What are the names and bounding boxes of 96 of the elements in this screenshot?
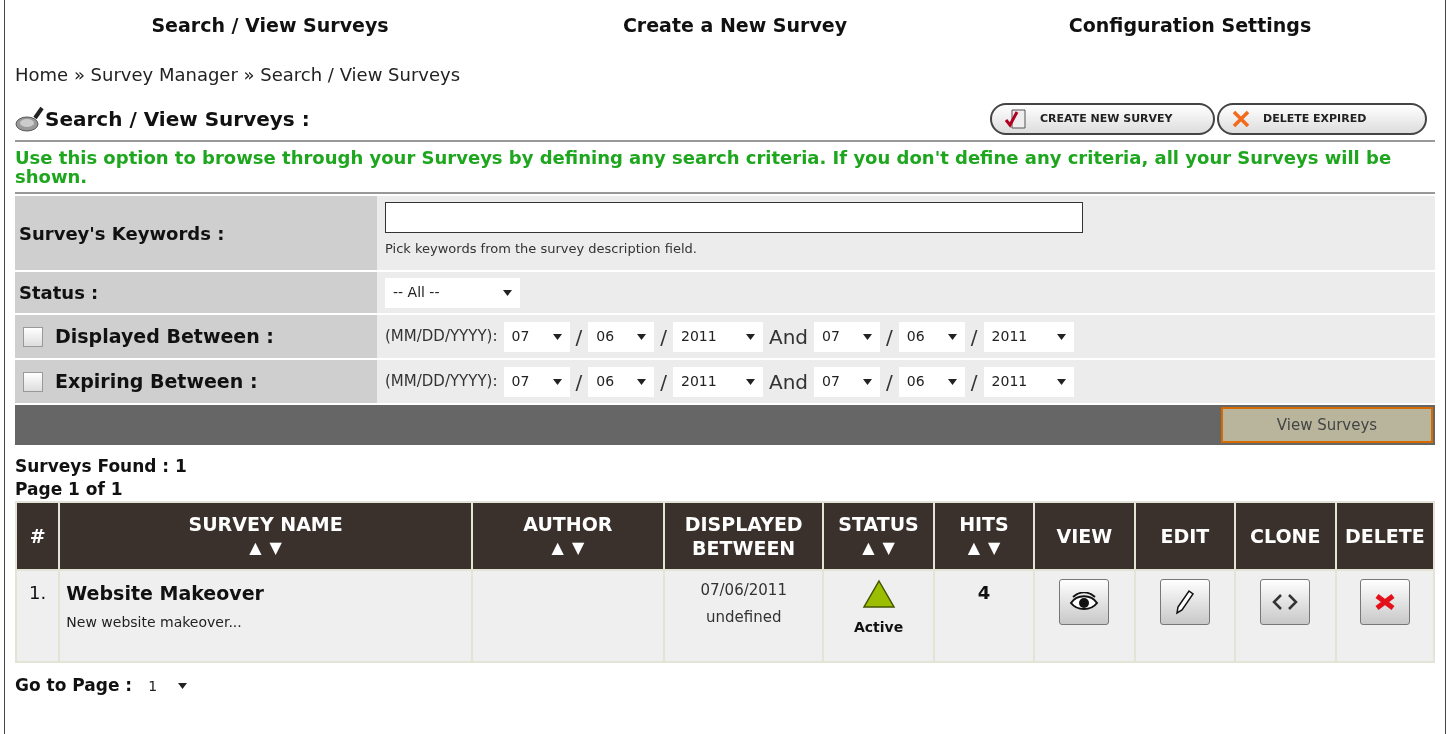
action-button[interactable]: DELETE EXPIRED <box>1217 103 1427 135</box>
dropdown[interactable]: -- All -- <box>385 277 520 308</box>
view-button[interactable] <box>1059 579 1110 625</box>
dropdown[interactable]: 06 <box>588 321 655 352</box>
caret-icon <box>637 378 647 385</box>
row-number: 1. <box>28 581 48 605</box>
field-label: Expiring Between : <box>55 369 258 395</box>
column-title: DELETE <box>1344 524 1425 548</box>
sort-ascending-button[interactable]: ▲ <box>862 536 875 560</box>
eye-icon <box>1069 592 1100 612</box>
dropdown[interactable]: 07 <box>503 321 570 352</box>
dropdown[interactable]: 2011 <box>983 321 1074 352</box>
sort-ascending-button[interactable]: ▲ <box>249 536 262 560</box>
dropdown[interactable]: 06 <box>588 366 655 397</box>
breadcrumb: Home » Survey Manager » Search / View Surveys <box>15 62 462 87</box>
end-date: undefined <box>705 606 782 628</box>
caret-icon <box>503 289 512 296</box>
column-title: EDIT <box>1160 524 1210 548</box>
date-separator: / <box>970 323 978 351</box>
cross-icon <box>1231 110 1251 128</box>
date-separator: / <box>660 323 667 351</box>
field-label: Survey's Keywords : <box>19 221 225 246</box>
edit-button[interactable] <box>1159 579 1210 625</box>
field-label: Displayed Between : <box>55 324 274 350</box>
date-separator: / <box>575 368 583 396</box>
caret-icon <box>863 333 873 340</box>
results-count: Surveys Found : 1 <box>15 455 188 478</box>
dropdown[interactable]: 07 <box>503 366 570 397</box>
triangle-icon <box>861 579 896 609</box>
date-separator: / <box>886 368 893 396</box>
and-label: And <box>769 323 809 351</box>
intro-text: Use this option to browse through your Surveys by defining any search criteria. If you don't define any criteria, all your Surveys will be shown. <box>15 142 1435 194</box>
caret-icon <box>863 378 873 385</box>
column-title: HITS <box>959 512 1009 536</box>
caret-icon <box>178 683 188 689</box>
dropdown[interactable]: 2011 <box>673 366 763 397</box>
go-to-page-label: Go to Page : <box>15 674 133 698</box>
date-separator: / <box>886 323 893 351</box>
field-label: Status : <box>19 281 99 305</box>
view-surveys-button[interactable]: View Surveys <box>1221 407 1433 443</box>
column-title: AUTHOR <box>523 512 613 536</box>
dropdown[interactable]: 2011 <box>983 366 1074 397</box>
nav-link[interactable]: Create a New Survey <box>525 10 945 40</box>
field-hint: Pick keywords from the survey description field. <box>385 240 698 258</box>
nav-link[interactable]: Search / View Surveys <box>15 10 525 40</box>
date-separator: / <box>970 368 978 396</box>
sort-ascending-button[interactable]: ▲ <box>967 536 980 560</box>
page-indicator: Page 1 of 1 <box>15 478 124 501</box>
caret-icon <box>947 378 957 385</box>
column-title: CLONE <box>1250 524 1321 548</box>
cross-icon <box>1373 593 1396 611</box>
dropdown[interactable]: 07 <box>814 366 881 397</box>
nav-link[interactable]: Configuration Settings <box>945 10 1435 40</box>
column-title: STATUS <box>838 512 919 536</box>
caret-icon <box>746 378 755 385</box>
keywords-input[interactable] <box>385 202 1083 233</box>
pencil-icon <box>1174 589 1195 615</box>
sort-descending-button[interactable]: ▼ <box>269 536 282 560</box>
code-brackets-icon <box>1271 592 1300 612</box>
dropdown[interactable]: 2011 <box>673 321 763 352</box>
checked-document-icon <box>1004 109 1028 129</box>
sort-ascending-button[interactable]: ▲ <box>551 536 564 560</box>
clone-button[interactable] <box>1260 579 1311 625</box>
magnifier-icon <box>15 106 45 132</box>
column-title: # <box>29 524 46 548</box>
page-title: Search / View Surveys : <box>45 106 310 133</box>
caret-icon <box>637 333 647 340</box>
column-title: DISPLAYED BETWEEN <box>683 512 804 560</box>
start-date: 07/06/2011 <box>700 580 787 601</box>
action-button[interactable]: CREATE NEW SURVEY <box>990 103 1215 135</box>
date-separator: / <box>575 323 583 351</box>
date-format: (MM/DD/YYYY): <box>385 326 498 348</box>
dropdown[interactable]: 06 <box>898 321 965 352</box>
sort-descending-button[interactable]: ▼ <box>571 536 585 560</box>
hits-count: 4 <box>977 581 991 605</box>
date-separator: / <box>660 368 667 396</box>
caret-icon <box>1056 333 1066 340</box>
caret-icon <box>947 333 957 340</box>
dropdown[interactable]: 07 <box>814 321 881 352</box>
survey-name: Website Makeover <box>66 581 265 606</box>
sort-descending-button[interactable]: ▼ <box>987 536 1001 560</box>
caret-icon <box>746 333 755 340</box>
checkbox[interactable] <box>23 326 43 347</box>
date-format: (MM/DD/YYYY): <box>385 371 498 393</box>
column-title: SURVEY NAME <box>188 512 343 536</box>
delete-button[interactable] <box>1359 579 1410 625</box>
caret-icon <box>1056 378 1066 385</box>
dropdown[interactable]: 06 <box>898 366 965 397</box>
survey-description: New website makeover... <box>66 612 243 632</box>
checkbox[interactable] <box>23 371 43 392</box>
and-label: And <box>769 368 809 396</box>
caret-icon <box>552 378 562 385</box>
column-title: VIEW <box>1056 524 1113 548</box>
status-label: Active <box>854 618 904 637</box>
sort-descending-button[interactable]: ▼ <box>882 536 895 560</box>
caret-icon <box>552 333 562 340</box>
